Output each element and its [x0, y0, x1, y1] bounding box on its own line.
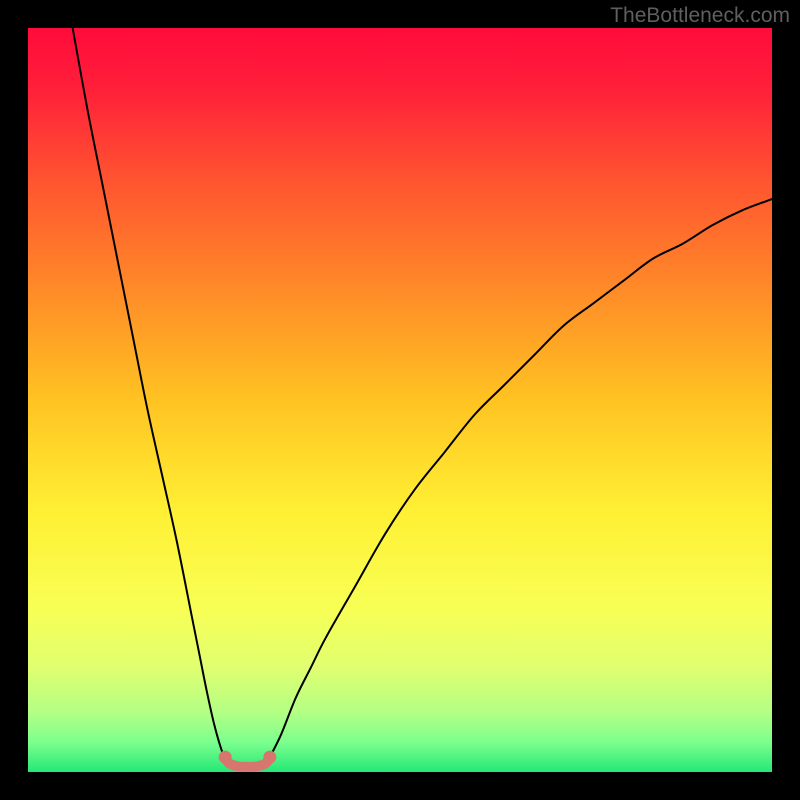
watermark-text: TheBottleneck.com: [610, 4, 790, 28]
valley-end-dot-0: [219, 751, 232, 764]
chart-frame: TheBottleneck.com: [0, 0, 800, 800]
valley-end-dot-1: [263, 751, 276, 764]
plot-area: [28, 28, 772, 772]
chart-svg: [28, 28, 772, 772]
gradient-background: [28, 28, 772, 772]
